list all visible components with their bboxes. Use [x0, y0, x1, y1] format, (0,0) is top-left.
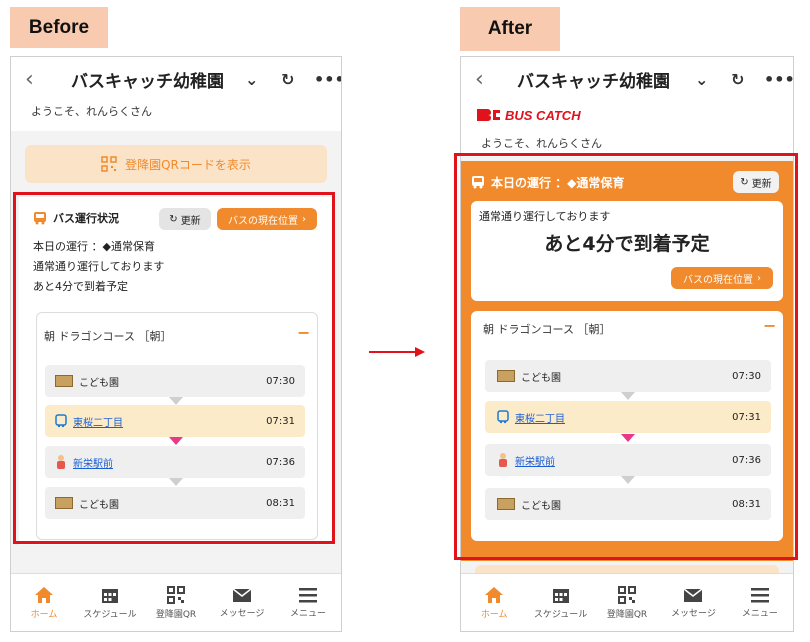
tab-message[interactable]: メッセージ [209, 574, 275, 631]
tab-label: ホーム [30, 609, 58, 620]
back-button[interactable]: ‹ [25, 67, 34, 92]
app-header: ‹ バスキャッチ幼稚園 ⌄ ↻ ••• [461, 57, 793, 101]
tab-menu[interactable]: メニュー [727, 574, 793, 631]
tab-label: メッセージ [219, 608, 265, 619]
menu-icon [750, 587, 769, 602]
tab-schedule[interactable]: スケジュール [527, 574, 593, 631]
home-icon [35, 586, 53, 603]
tab-home[interactable]: ホーム [461, 574, 527, 631]
tab-label: メッセージ [671, 608, 716, 619]
after-label: After [460, 7, 560, 51]
tab-label: メニュー [741, 608, 778, 619]
tab-message[interactable]: メッセージ [660, 574, 726, 631]
tab-qr[interactable]: 登降園QR [143, 574, 209, 631]
tab-schedule[interactable]: スケジュール [77, 574, 143, 631]
mail-icon [232, 587, 252, 602]
before-label: Before [10, 7, 108, 48]
more-icon[interactable]: ••• [314, 70, 341, 89]
chevron-down-icon[interactable]: ⌄ [245, 70, 258, 89]
tab-label: 登降園QR [155, 609, 197, 620]
tab-label: メニュー [289, 608, 326, 619]
app-header: ‹ バスキャッチ幼稚園 ⌄ ↻ ••• [11, 57, 341, 101]
tab-label: スケジュール [83, 609, 137, 620]
transition-arrow [369, 347, 425, 357]
logo-icon [477, 109, 500, 121]
page-title: バスキャッチ幼稚園 [517, 71, 670, 92]
tab-label: スケジュール [533, 609, 588, 620]
qr-button-label: 登降園QRコードを表示 [125, 157, 251, 172]
bus-catch-logo: BUS CATCH [475, 107, 581, 123]
mail-icon [683, 587, 703, 602]
welcome-text: ようこそ、れんらくさん [11, 101, 341, 131]
after-highlight-frame [454, 153, 798, 560]
qr-code-button[interactable]: 登降園QRコードを表示 [25, 145, 327, 183]
back-button[interactable]: ‹ [475, 67, 484, 92]
reload-icon[interactable]: ↻ [731, 70, 744, 89]
before-highlight-frame [13, 192, 335, 544]
tab-menu[interactable]: メニュー [275, 574, 341, 631]
home-icon [485, 586, 504, 603]
calendar-icon [102, 588, 118, 603]
qr-icon [101, 156, 117, 172]
menu-icon [299, 587, 317, 602]
logo-text: BUS CATCH [505, 107, 581, 123]
qr-icon [167, 585, 185, 604]
tab-label: ホーム [480, 609, 508, 620]
bottom-tab-bar: ホーム スケジュール 登降園QR メッセージ メニュー [461, 573, 793, 631]
tab-home[interactable]: ホーム [11, 574, 77, 631]
chevron-down-icon[interactable]: ⌄ [695, 70, 708, 89]
more-icon[interactable]: ••• [764, 70, 793, 89]
reload-icon[interactable]: ↻ [281, 70, 294, 89]
calendar-icon [552, 588, 569, 603]
welcome-text: ようこそ、れんらくさん [461, 135, 793, 155]
tab-label: 登降園QR [606, 609, 648, 620]
qr-icon [618, 585, 637, 604]
page-title: バスキャッチ幼稚園 [71, 71, 224, 92]
tab-qr[interactable]: 登降園QR [594, 574, 660, 631]
bottom-tab-bar: ホーム スケジュール 登降園QR メッセージ メニュー [11, 573, 341, 631]
